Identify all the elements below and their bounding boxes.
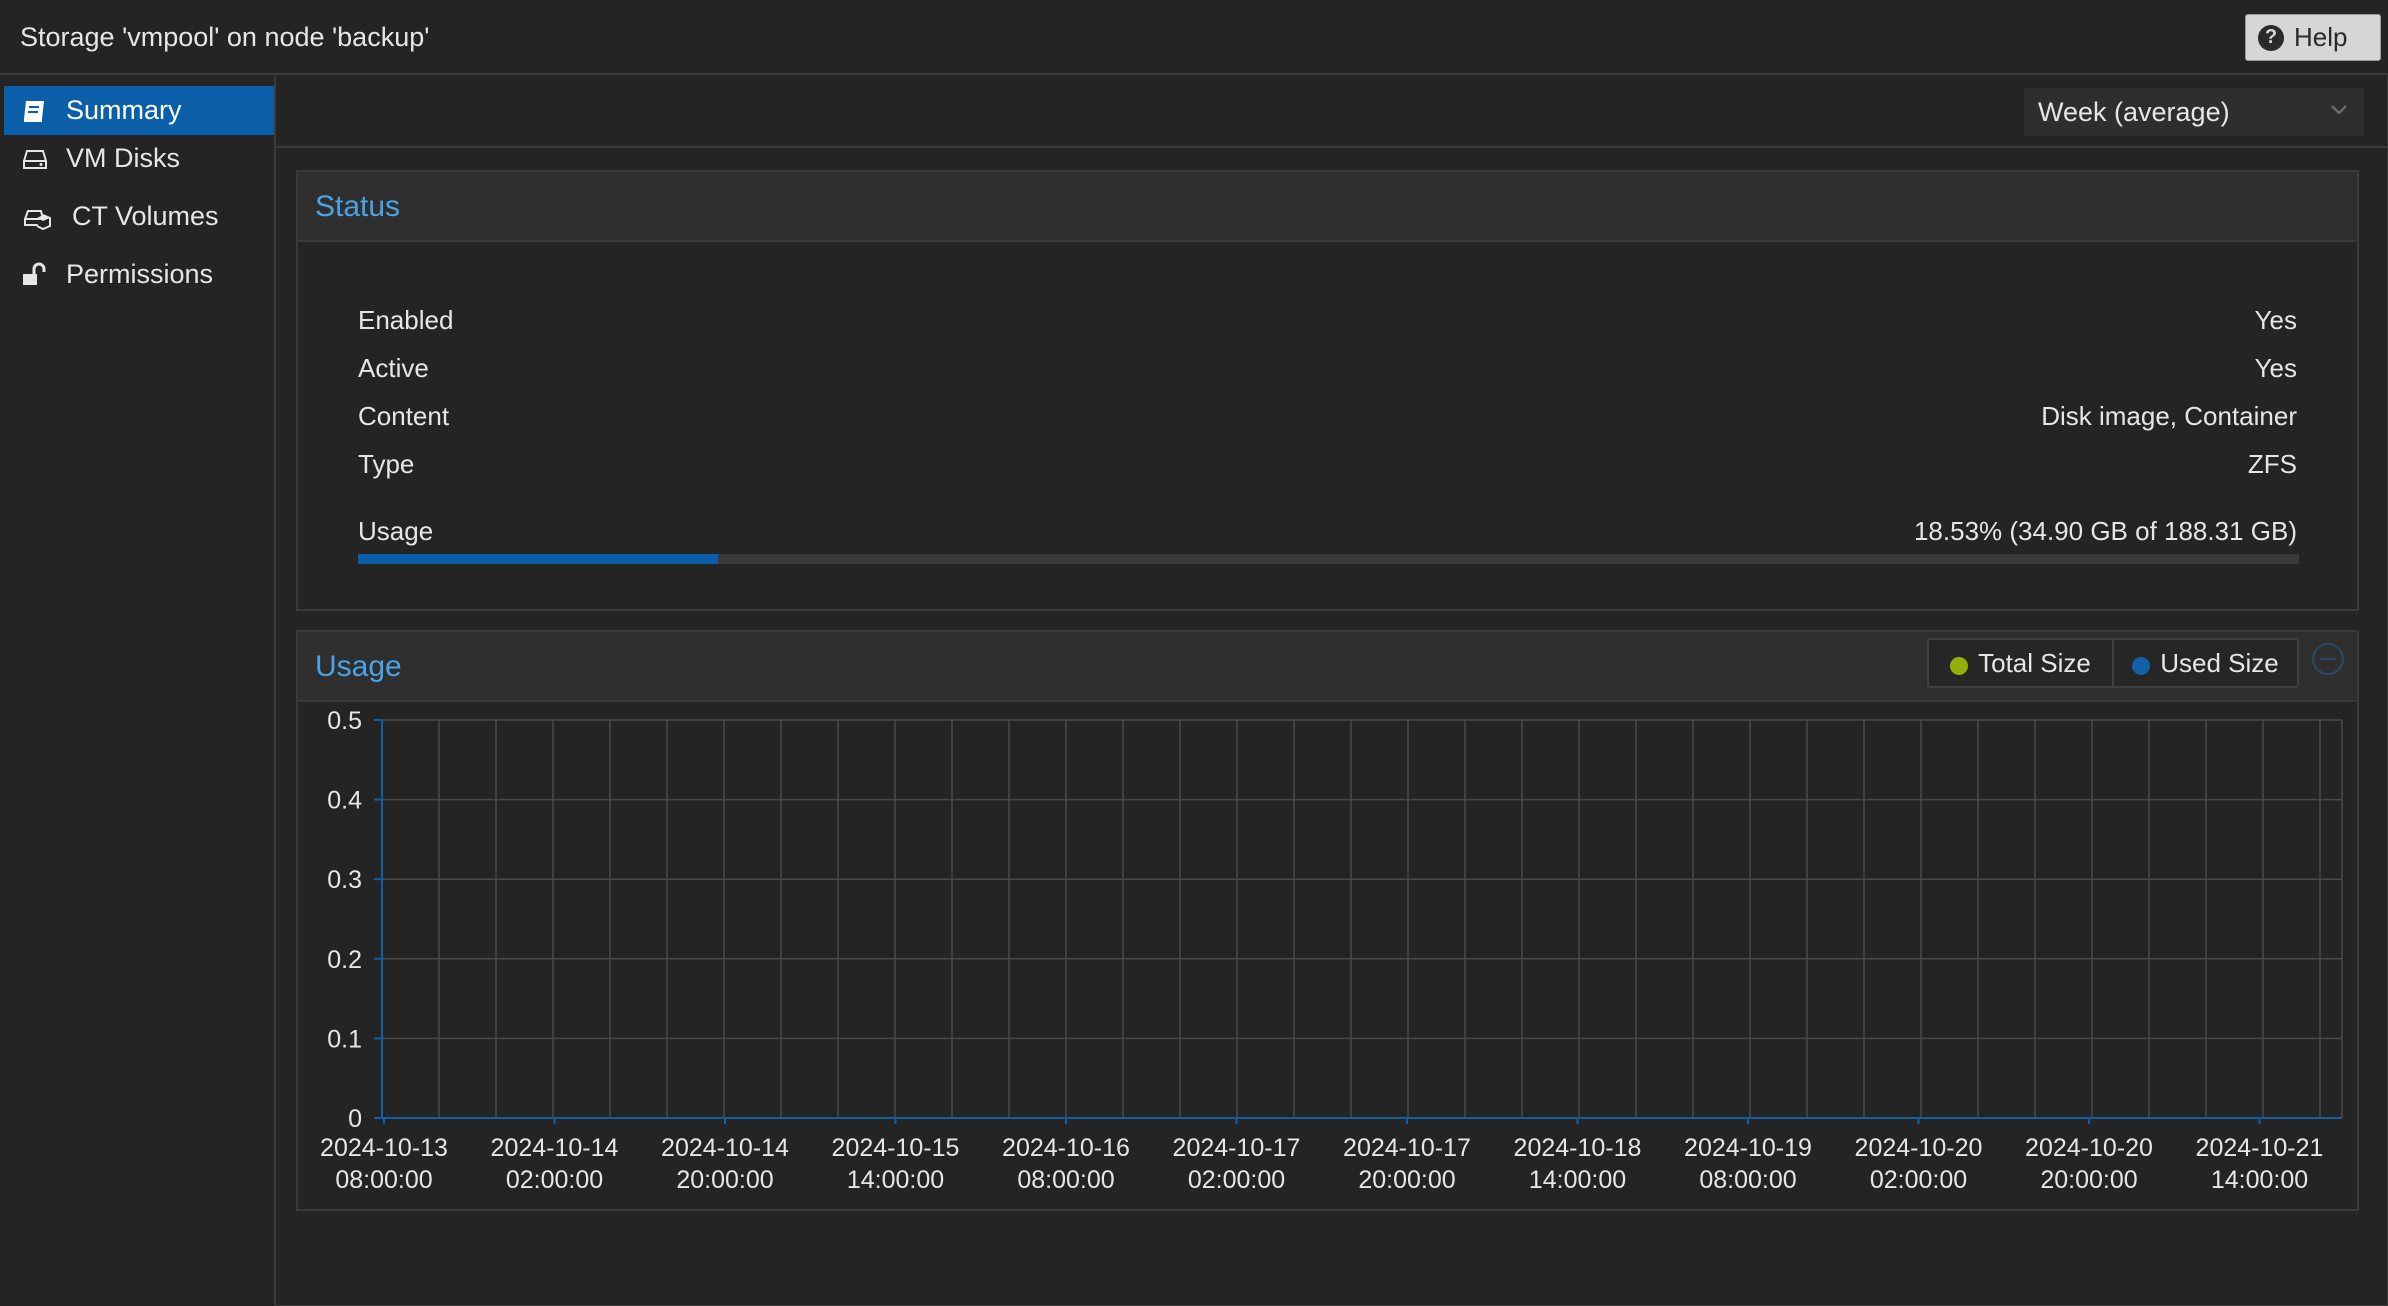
sidebar-item-ct-volumes[interactable]: CT Volumes: [4, 192, 274, 241]
x-tick-label-date: 2024-10-20: [2025, 1134, 2153, 1162]
chevron-down-icon: [2331, 105, 2347, 115]
status-value: Disk image, Container: [2041, 401, 2297, 431]
x-tick-label-time: 02:00:00: [1188, 1166, 1285, 1194]
legend-item-total-size[interactable]: Total Size: [1929, 640, 2112, 686]
x-tick-label-date: 2024-10-19: [1684, 1134, 1812, 1162]
x-tick-label-date: 2024-10-15: [832, 1134, 960, 1162]
x-tick-label-time: 20:00:00: [2040, 1166, 2137, 1194]
status-value: Yes: [2254, 305, 2297, 335]
sidebar-item-summary[interactable]: Summary: [4, 86, 274, 135]
x-tick-label-time: 20:00:00: [676, 1166, 773, 1194]
y-tick-label: 0.5: [327, 707, 362, 735]
sidebar-item-label: VM Disks: [66, 143, 180, 173]
timeframe-select[interactable]: Week (average): [2024, 88, 2364, 136]
x-tick-label-time: 02:00:00: [1870, 1166, 1967, 1194]
y-tick-label: 0.3: [327, 866, 362, 894]
help-button-label: Help: [2294, 22, 2348, 52]
help-button[interactable]: ? Help: [2245, 14, 2381, 61]
x-tick-label-time: 14:00:00: [1529, 1166, 1626, 1194]
usage-label: Usage: [358, 516, 434, 546]
x-tick-label-date: 2024-10-17: [1173, 1134, 1301, 1162]
sidebar-item-label: Permissions: [66, 259, 214, 289]
x-tick-label-time: 08:00:00: [1017, 1166, 1114, 1194]
y-tick-label: 0.1: [327, 1025, 362, 1053]
legend-item-used-size[interactable]: Used Size: [2112, 640, 2297, 686]
x-tick-label-time: 02:00:00: [506, 1166, 603, 1194]
x-tick-label-time: 14:00:00: [2211, 1166, 2308, 1194]
sidebar-item-label: CT Volumes: [72, 201, 219, 231]
timeframe-select-value: Week (average): [2038, 96, 2230, 127]
question-circle-icon: ?: [2258, 24, 2284, 51]
x-tick-label-date: 2024-10-14: [491, 1134, 619, 1162]
hdd-cube-icon: [24, 209, 51, 230]
status-panel: Status Enabled Yes Active Yes Content Di…: [296, 170, 2359, 611]
unlock-icon: [23, 262, 46, 285]
x-tick-label-date: 2024-10-17: [1343, 1134, 1471, 1162]
sidebar-item-permissions[interactable]: Permissions: [4, 250, 274, 299]
status-panel-header: Status: [298, 172, 2357, 242]
sidebar: Summary VM Disks CT Volumes Permissions: [0, 76, 276, 1306]
x-tick-label-time: 08:00:00: [1699, 1166, 1796, 1194]
x-tick-label-time: 20:00:00: [1358, 1166, 1455, 1194]
y-tick-label: 0: [348, 1105, 362, 1133]
x-tick-label-date: 2024-10-20: [1855, 1134, 1983, 1162]
legend-dot: [1950, 657, 1969, 675]
x-tick-label-date: 2024-10-18: [1514, 1134, 1642, 1162]
x-tick-label-date: 2024-10-13: [320, 1134, 448, 1162]
usage-value: 18.53% (34.90 GB of 188.31 GB): [1913, 516, 2297, 546]
status-label: Enabled: [358, 305, 454, 335]
status-panel-title: Status: [315, 190, 401, 223]
sidebar-item-label: Summary: [66, 95, 182, 125]
legend-dot: [2132, 657, 2151, 675]
status-label: Content: [358, 401, 450, 431]
x-tick-label-date: 2024-10-21: [2196, 1134, 2324, 1162]
x-tick-label-date: 2024-10-16: [1002, 1134, 1130, 1162]
legend-label: Used Size: [2160, 647, 2279, 678]
status-value: Yes: [2254, 353, 2297, 383]
chart-legend: Total Size Used Size: [1927, 638, 2299, 688]
status-label: Type: [358, 449, 415, 479]
x-tick-label-date: 2024-10-14: [661, 1134, 789, 1162]
minus-circle-icon[interactable]: [2311, 642, 2345, 676]
usage-chart-panel: Usage Total Size Used Size 0 0.1 0.2 0.3 0.4…: [296, 630, 2359, 1211]
status-label: Active: [358, 353, 429, 383]
x-tick-label-time: 08:00:00: [335, 1166, 432, 1194]
y-tick-label: 0.4: [327, 787, 362, 815]
usage-chart-title: Usage: [315, 650, 402, 683]
x-tick-label-time: 14:00:00: [847, 1166, 944, 1194]
usage-progress-bar: [358, 554, 2299, 564]
title-bar: Storage 'vmpool' on node 'backup' ? Help: [0, 0, 2388, 75]
y-tick-label: 0.2: [327, 946, 362, 974]
book-icon: [24, 100, 44, 122]
sidebar-item-vm-disks[interactable]: VM Disks: [4, 134, 274, 183]
usage-chart: 0 0.1 0.2 0.3 0.4 0.5 2024-10-13 08:00:00 2024-1…: [320, 707, 2343, 1194]
window-title: Storage 'vmpool' on node 'backup': [20, 22, 430, 52]
usage-chart-header: Usage Total Size Used Size: [298, 632, 2357, 702]
usage-progress-fill: [358, 554, 718, 564]
legend-label: Total Size: [1978, 647, 2091, 678]
hdd-icon: [23, 149, 47, 169]
status-value: ZFS: [2247, 449, 2297, 479]
